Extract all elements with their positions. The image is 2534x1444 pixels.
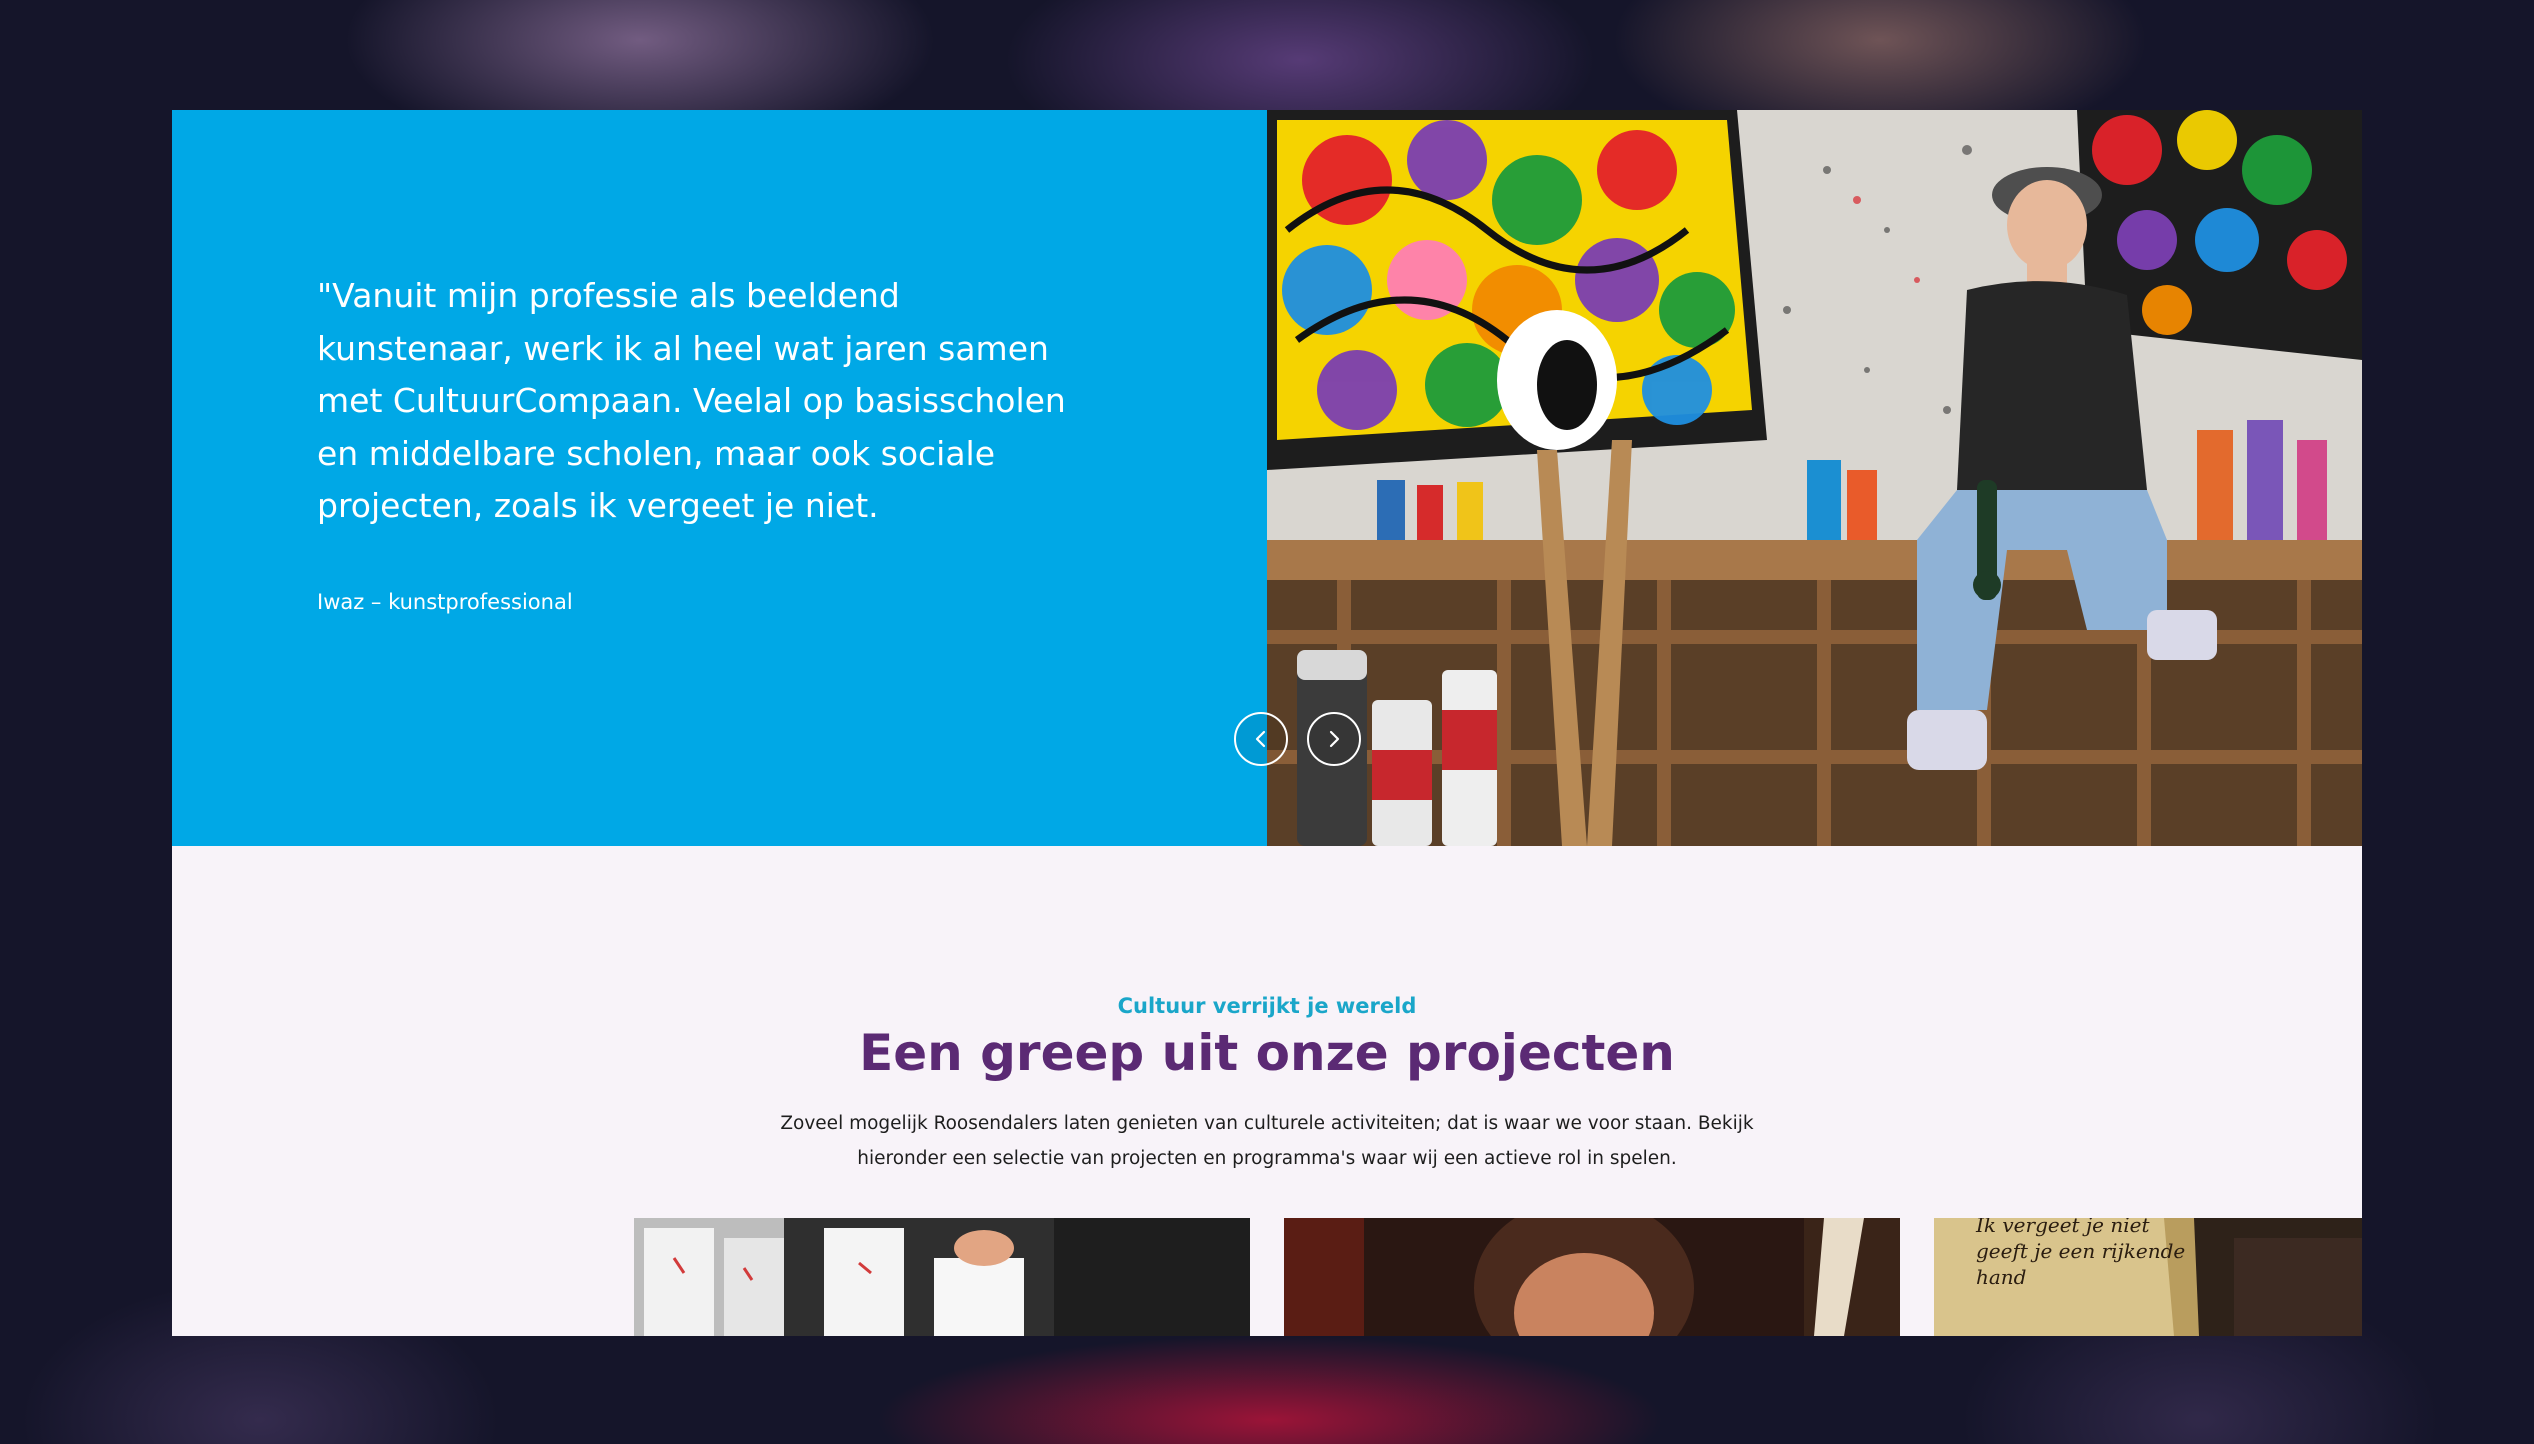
projects-title: Een greep uit onze projecten — [859, 1024, 1675, 1082]
testimonial-hero: "Vanuit mijn professie als beeldend kuns… — [172, 110, 2362, 846]
parchment-text: Ik vergeet je niet geeft je een rijkende… — [1976, 1218, 2186, 1289]
artist-studio-photo — [1267, 110, 2362, 846]
project-card[interactable]: Ik vergeet je niet geeft je een rijkende… — [1934, 1218, 2362, 1336]
testimonial-author: Iwaz – kunstprofessional — [317, 590, 573, 614]
projects-eyebrow: Cultuur verrijkt je wereld — [1117, 994, 1417, 1018]
testimonial-quote: "Vanuit mijn professie als beeldend kuns… — [317, 276, 1066, 525]
page: "Vanuit mijn professie als beeldend kuns… — [172, 110, 2362, 1336]
testimonial-panel: "Vanuit mijn professie als beeldend kuns… — [172, 110, 1267, 846]
project-card[interactable] — [634, 1218, 1250, 1336]
project-card[interactable] — [1284, 1218, 1900, 1336]
slider-next-button[interactable] — [1307, 712, 1361, 766]
chevron-left-icon — [1255, 730, 1266, 748]
slider-prev-button[interactable] — [1234, 712, 1288, 766]
paper-bags-photo — [634, 1218, 1250, 1336]
projects-intro: Zoveel mogelijk Roosendalers laten genie… — [780, 1113, 1754, 1169]
chevron-right-icon — [1329, 730, 1340, 748]
projects-section: Cultuur verrijkt je wereld Een greep uit… — [172, 846, 2362, 1336]
portrait-photo — [1284, 1218, 1900, 1336]
